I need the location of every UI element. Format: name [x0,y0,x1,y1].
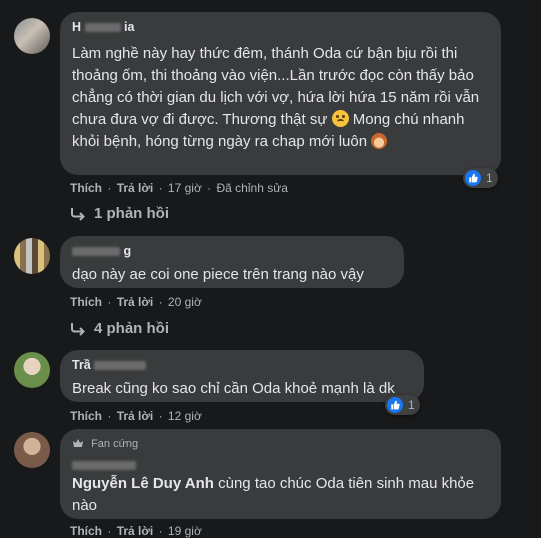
reaction-summary[interactable]: 1 [463,168,498,188]
author-name-redacted [72,247,120,257]
like-button[interactable]: Thích [70,295,102,309]
fan-badge: Fan cứng [72,437,489,452]
author-name-redacted [72,461,136,471]
avatar[interactable] [14,352,50,388]
reaction-count: 1 [408,398,415,412]
comment-actions: Thích · Trả lời · 12 giờ [70,409,202,423]
reply-button[interactable]: Trả lời [117,295,154,309]
comment-time[interactable]: 17 giờ [168,181,202,195]
comment-actions: Thích · Trả lời · 19 giờ [70,524,202,538]
sad-emoji-icon [331,110,349,127]
avatar[interactable] [14,238,50,274]
mention-link[interactable]: Nguyễn Lê Duy Anh [72,475,214,492]
like-button[interactable]: Thích [70,409,102,423]
author-name-redacted [94,361,147,371]
reply-arrow-icon [71,322,85,336]
comment-text: Nguyễn Lê Duy Anh cùng tao chúc Oda tiên… [72,475,475,514]
comment-text: dạo này ae coi one piece trên trang nào … [72,266,364,283]
reply-button[interactable]: Trả lời [117,409,154,423]
comment-time[interactable]: 12 giờ [168,409,202,423]
comment-author[interactable]: g [72,244,392,259]
fan-badge-icon [73,439,83,447]
view-replies-button[interactable]: 4 phản hồi [70,320,169,337]
girl-emoji-icon [371,133,388,149]
comment-time[interactable]: 20 giờ [168,295,202,309]
avatar[interactable] [14,18,50,54]
like-button[interactable]: Thích [70,181,102,195]
like-icon [465,170,481,186]
comment-bubble: Trầ Break cũng ko sao chỉ cần Oda khoẻ m… [60,350,424,402]
comment-bubble: Fan cứng Nguyễn Lê Duy Anh cùng tao chúc… [60,429,501,519]
author-name-redacted [84,23,121,33]
comment-actions: Thích · Trả lời · 17 giờ · Đã chỉnh sửa [70,181,288,195]
reaction-summary[interactable]: 1 [385,395,420,415]
reply-button[interactable]: Trả lời [117,181,154,195]
comment-bubble: H ia Làm nghề này hay thức đêm, thánh Od… [60,12,501,175]
view-replies-button[interactable]: 1 phản hồi [70,205,169,222]
comment-author[interactable] [72,458,489,473]
comment-bubble: g dạo này ae coi one piece trên trang nà… [60,236,404,288]
comment-author[interactable]: H ia [72,20,489,35]
edited-label: Đã chỉnh sửa [216,181,288,195]
comment-text: Làm nghề này hay thức đêm, thánh Oda cứ … [72,45,480,150]
reply-arrow-icon [71,207,85,221]
comment-time[interactable]: 19 giờ [168,524,202,538]
reply-button[interactable]: Trả lời [117,524,154,538]
comment-author[interactable]: Trầ [72,358,412,373]
reaction-count: 1 [486,171,493,185]
comment-text: Break cũng ko sao chỉ cần Oda khoẻ mạnh … [72,380,395,397]
avatar[interactable] [14,432,50,468]
like-button[interactable]: Thích [70,524,102,538]
like-icon [387,397,403,413]
comment-actions: Thích · Trả lời · 20 giờ [70,295,202,309]
